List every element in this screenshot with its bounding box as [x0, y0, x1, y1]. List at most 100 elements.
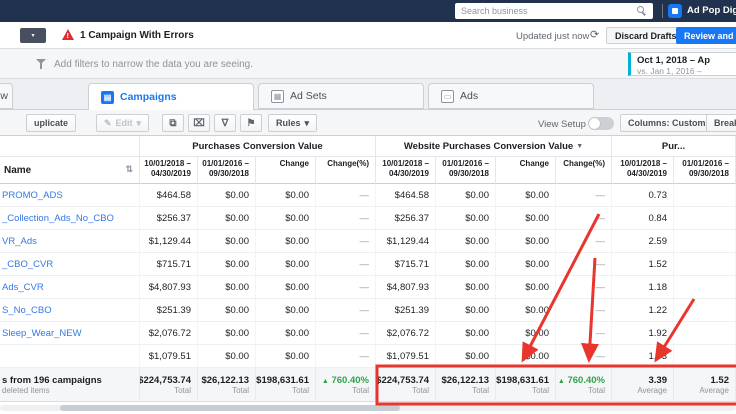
metric-cell: —: [316, 230, 376, 252]
group-header-purchase-roas[interactable]: Pur...: [612, 136, 736, 157]
metric-cell: —: [556, 230, 612, 252]
table-row: Ads_CVR $4,807.93 $0.00 $0.00— $4,807.93 $0.0…: [0, 276, 736, 299]
column-header-change[interactable]: Change: [496, 157, 556, 184]
footer-value: 1.52: [710, 374, 730, 386]
caret-down-icon: ▾: [136, 117, 142, 128]
footer-value: 3.39: [648, 374, 668, 386]
column-header-change-pct[interactable]: Change(%): [556, 157, 612, 184]
metric-cell: $4,807.93: [140, 276, 198, 298]
column-header-date-b[interactable]: 01/01/2016 –09/30/2018: [436, 157, 496, 184]
metric-cell: —: [316, 299, 376, 321]
metric-cell: $0.00: [198, 230, 256, 252]
metric-cell: $715.71: [140, 253, 198, 275]
footer-value: $224,753.74: [376, 374, 429, 386]
campaign-name-link[interactable]: [0, 345, 140, 367]
duplicate-button[interactable]: uplicate: [26, 114, 77, 132]
date-compare-value: vs. Jan 1, 2016 –: [637, 66, 702, 76]
search-input[interactable]: Search business: [455, 3, 653, 19]
table-row: Sleep_Wear_NEW $2,076.72 $0.00 $0.00— $2,076…: [0, 322, 736, 345]
rules-button[interactable]: Rules ▾: [268, 114, 318, 132]
delete-button[interactable]: ⌧: [188, 114, 210, 132]
tab-ad-sets[interactable]: ▦ Ad Sets: [258, 83, 424, 109]
funnel-icon: ∇: [221, 117, 229, 129]
topbar-divider: [662, 4, 663, 18]
campaign-name-link[interactable]: Ads_CVR: [0, 276, 140, 298]
column-label: 09/30/2018: [208, 169, 249, 179]
table-row: VR_Ads $1,129.44 $0.00 $0.00— $1,129.44 $0.00…: [0, 230, 736, 253]
tab-ads[interactable]: ▭ Ads: [428, 83, 594, 109]
column-header-change-pct[interactable]: Change(%): [316, 157, 376, 184]
column-header-name[interactable]: Name ⇅: [0, 157, 140, 184]
discard-drafts-button[interactable]: Discard Drafts: [606, 27, 686, 44]
footer-sublabel: Total: [232, 385, 249, 395]
campaign-name-link[interactable]: Sleep_Wear_NEW: [0, 322, 140, 344]
column-label: 01/01/2016 –: [442, 159, 489, 168]
business-app-icon[interactable]: [668, 4, 682, 18]
breakdown-button[interactable]: Breakdown: [706, 114, 736, 132]
tab-label: w: [0, 90, 8, 102]
column-label: Name: [4, 164, 32, 176]
action-bar: ▾ 1 Campaign With Errors Updated just no…: [0, 22, 736, 49]
metric-cell: —: [316, 345, 376, 367]
refresh-icon[interactable]: ⟳: [590, 28, 599, 41]
metric-cell: $715.71: [376, 253, 436, 275]
footer-value: $198,631.61: [256, 374, 309, 386]
copy-button[interactable]: ⧉: [162, 114, 184, 132]
account-dropdown-button[interactable]: ▾: [20, 28, 46, 43]
tab-overview-partial[interactable]: w: [0, 83, 13, 109]
column-header-date-a[interactable]: 10/01/2018 –04/30/2019: [376, 157, 436, 184]
add-filters-input[interactable]: Add filters to narrow the data you are s…: [54, 59, 253, 70]
metric-cell: $2,076.72: [376, 322, 436, 344]
column-header-date-a[interactable]: 10/01/2018 –04/30/2019: [612, 157, 674, 184]
metric-cell: $0.00: [198, 276, 256, 298]
group-header-purchases[interactable]: Purchases Conversion Value: [140, 136, 376, 157]
campaign-errors-label[interactable]: 1 Campaign With Errors: [80, 30, 194, 41]
metric-cell: $0.00: [496, 345, 556, 367]
results-summary: s from 196 campaigns deleted items: [0, 368, 140, 401]
date-range-picker[interactable]: Oct 1, 2018 – Ap vs. Jan 1, 2016 –: [628, 52, 736, 76]
footer-cell: $224,753.74 Total: [140, 368, 198, 401]
clear-filter-button[interactable]: ∇: [214, 114, 236, 132]
tag-button[interactable]: ⚑: [240, 114, 262, 132]
campaign-name-link[interactable]: PROMO_ADS: [0, 184, 140, 206]
metric-cell: $0.00: [256, 299, 316, 321]
edit-button[interactable]: ✎ Edit ▾: [96, 114, 150, 132]
column-header-change[interactable]: Change: [256, 157, 316, 184]
footer-sublabel: Average: [699, 385, 729, 395]
metric-cell: [674, 299, 736, 321]
campaign-name-link[interactable]: VR_Ads: [0, 230, 140, 252]
error-warning-icon: [62, 29, 74, 40]
metric-cell: —: [316, 276, 376, 298]
metric-cell: $0.00: [436, 207, 496, 229]
metric-cell: $0.00: [198, 345, 256, 367]
view-setup-toggle[interactable]: [588, 117, 614, 130]
table-row: _CBO_CVR $715.71 $0.00 $0.00— $715.71 $0.00 $0…: [0, 253, 736, 276]
tag-icon: ⚑: [246, 117, 256, 129]
footer-sublabel: Total: [174, 385, 191, 395]
footer-value-positive: ▲ 760.40%: [558, 375, 605, 386]
footer-sublabel: Total: [352, 385, 369, 395]
column-header-date-b[interactable]: 01/01/2016 –09/30/2018: [674, 157, 736, 184]
footer-cell: $26,122.13 Total: [198, 368, 256, 401]
metric-cell: $256.37: [376, 207, 436, 229]
campaign-name-link[interactable]: _CBO_CVR: [0, 253, 140, 275]
tab-campaigns[interactable]: ▤ Campaigns: [88, 83, 254, 110]
button-label: Rules: [276, 118, 301, 128]
metric-cell: 1.03: [612, 345, 674, 367]
campaigns-tab-icon: ▤: [101, 90, 114, 104]
column-label: 10/01/2018 –: [382, 159, 429, 168]
metric-cell: $256.37: [140, 207, 198, 229]
metric-cell: $0.00: [496, 230, 556, 252]
horizontal-scrollbar-thumb[interactable]: [60, 405, 400, 411]
tab-label: Ads: [460, 90, 479, 102]
caret-down-icon: ▾: [304, 117, 310, 128]
column-header-date-b[interactable]: 01/01/2016 –09/30/2018: [198, 157, 256, 184]
account-name[interactable]: Ad Pop Digital: [687, 5, 736, 16]
campaign-name-link[interactable]: _Collection_Ads_No_CBO: [0, 207, 140, 229]
column-header-date-a[interactable]: 10/01/2018 –04/30/2019: [140, 157, 198, 184]
review-publish-button[interactable]: Review and: [676, 27, 736, 44]
group-header-website-purchases[interactable]: Website Purchases Conversion Value ▼: [376, 136, 612, 157]
ads-tab-icon: ▭: [441, 89, 454, 103]
campaign-name-link[interactable]: S_No_CBO: [0, 299, 140, 321]
column-label: Change(%): [563, 159, 605, 168]
